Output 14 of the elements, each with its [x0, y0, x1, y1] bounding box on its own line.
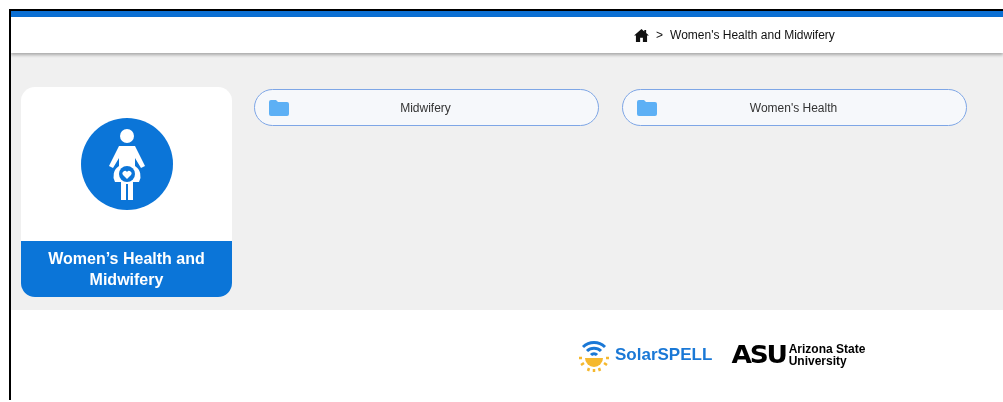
asu-logo-mark: ASU	[731, 341, 787, 369]
home-icon[interactable]	[634, 28, 649, 42]
category-card[interactable]: Women’s Health and Midwifery	[21, 87, 232, 297]
breadcrumb-current: Women's Health and Midwifery	[670, 28, 835, 42]
solarspell-logo-text: SolarSPELL	[615, 345, 713, 365]
folder-button[interactable]: Midwifery	[254, 89, 599, 126]
university-name: University	[788, 355, 848, 367]
university-name: Arizona State	[788, 343, 866, 355]
breadcrumb-separator: >	[656, 28, 663, 42]
folder-button[interactable]: Women's Health	[622, 89, 967, 126]
folder-icon	[269, 99, 289, 116]
folder-icon	[637, 99, 657, 116]
card-title: Women’s Health and Midwifery	[21, 241, 232, 297]
pregnant-woman-icon	[80, 118, 173, 210]
